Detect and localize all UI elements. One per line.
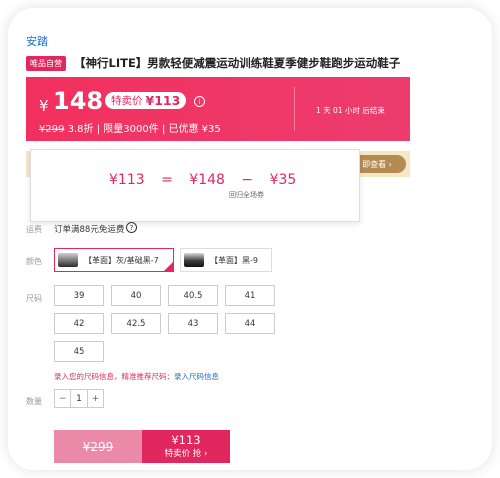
discount-rate: 3.8折 xyxy=(67,124,94,135)
color-option-black[interactable]: 【革面】黑-9 xyxy=(180,248,272,272)
final-price: ¥113 xyxy=(109,172,145,188)
equals-sign: = xyxy=(161,172,173,188)
size-label: 尺码 xyxy=(26,294,42,303)
buy-now-button[interactable]: ¥113 特卖价 抢 › xyxy=(142,430,230,463)
size-option[interactable]: 42.5 xyxy=(111,313,161,334)
color-option-label: 【革面】黑-9 xyxy=(210,255,258,265)
countdown: 1 天 01 小时 后结束 xyxy=(316,106,385,115)
title-row: 唯品自营 【神行LITE】男款轻便减震运动训练鞋夏季健步鞋跑步运动鞋子 xyxy=(26,55,400,71)
shipping-text: 订单满88元免运费 xyxy=(54,225,125,235)
quantity-minus-button[interactable]: − xyxy=(55,390,70,407)
size-option[interactable]: 41 xyxy=(225,285,275,306)
price-formula: ¥113 = ¥148 − ¥35 xyxy=(109,172,308,188)
quantity-label: 数量 xyxy=(26,397,42,406)
size-option[interactable]: 45 xyxy=(54,341,104,362)
size-option[interactable]: 40.5 xyxy=(168,285,218,306)
original-price-button[interactable]: ¥299 xyxy=(54,430,142,463)
price-banner: ¥ 148 特卖价 ¥113 i ¥299 3.8折 | 限量3000件 | 已… xyxy=(26,77,410,141)
coupon-discount: ¥35 xyxy=(269,172,297,188)
base-price: ¥148 xyxy=(189,172,225,188)
minus-sign: − xyxy=(241,172,254,188)
self-operated-tag: 唯品自营 xyxy=(26,55,66,71)
color-option-label: 【革面】灰/基础黑-7 xyxy=(84,255,159,265)
size-option[interactable]: 40 xyxy=(111,285,161,306)
size-option[interactable]: 43 xyxy=(168,313,218,334)
color-option-gray-black[interactable]: 【革面】灰/基础黑-7 xyxy=(54,248,174,272)
brand-link[interactable]: 安踏 xyxy=(26,33,48,49)
size-hint: 录入您的尺码信息，精准推荐尺码：录入尺码信息 xyxy=(54,371,219,382)
quantity-value[interactable]: 1 xyxy=(70,390,88,407)
buy-price: ¥113 xyxy=(171,433,201,448)
question-circle-icon[interactable]: ? xyxy=(126,222,137,233)
shipping-label: 运费 xyxy=(26,225,42,234)
quantity-plus-button[interactable]: + xyxy=(88,390,103,407)
saved-amount: 已优惠 ¥35 xyxy=(168,124,221,135)
size-option[interactable]: 39 xyxy=(54,285,104,306)
price-breakdown-popup: ¥113 = ¥148 − ¥35 回归全场券 xyxy=(30,149,360,222)
price-details: ¥299 3.8折 | 限量3000件 | 已优惠 ¥35 xyxy=(39,124,221,135)
size-option[interactable]: 42 xyxy=(54,313,104,334)
banner-divider xyxy=(294,87,295,131)
badge-label: 特卖价 xyxy=(111,95,143,107)
product-title: 【神行LITE】男款轻便减震运动训练鞋夏季健步鞋跑步运动鞋子 xyxy=(74,56,401,70)
color-label: 颜色 xyxy=(26,257,42,266)
badge-price: ¥113 xyxy=(145,93,181,108)
quantity-stepper: − 1 + xyxy=(54,389,104,408)
buy-original-price: ¥299 xyxy=(82,439,114,454)
buy-action: 特卖价 抢 › xyxy=(164,448,208,459)
size-hint-link[interactable]: 录入尺码信息 xyxy=(174,372,219,381)
special-price-badge: 特卖价 ¥113 xyxy=(105,92,187,109)
info-icon[interactable]: i xyxy=(194,96,205,107)
size-option[interactable]: 44 xyxy=(225,313,275,334)
shoe-thumbnail xyxy=(58,253,78,267)
original-price: ¥299 xyxy=(39,124,65,135)
size-hint-text: 录入您的尺码信息，精准推荐尺码： xyxy=(54,372,174,381)
coupon-note: 回归全场券 xyxy=(229,191,264,199)
selected-corner-icon xyxy=(164,262,173,271)
shoe-thumbnail xyxy=(184,253,204,267)
limit-quantity: 限量3000件 xyxy=(103,124,159,135)
current-price: 148 xyxy=(53,87,104,115)
currency-symbol: ¥ xyxy=(39,97,49,115)
